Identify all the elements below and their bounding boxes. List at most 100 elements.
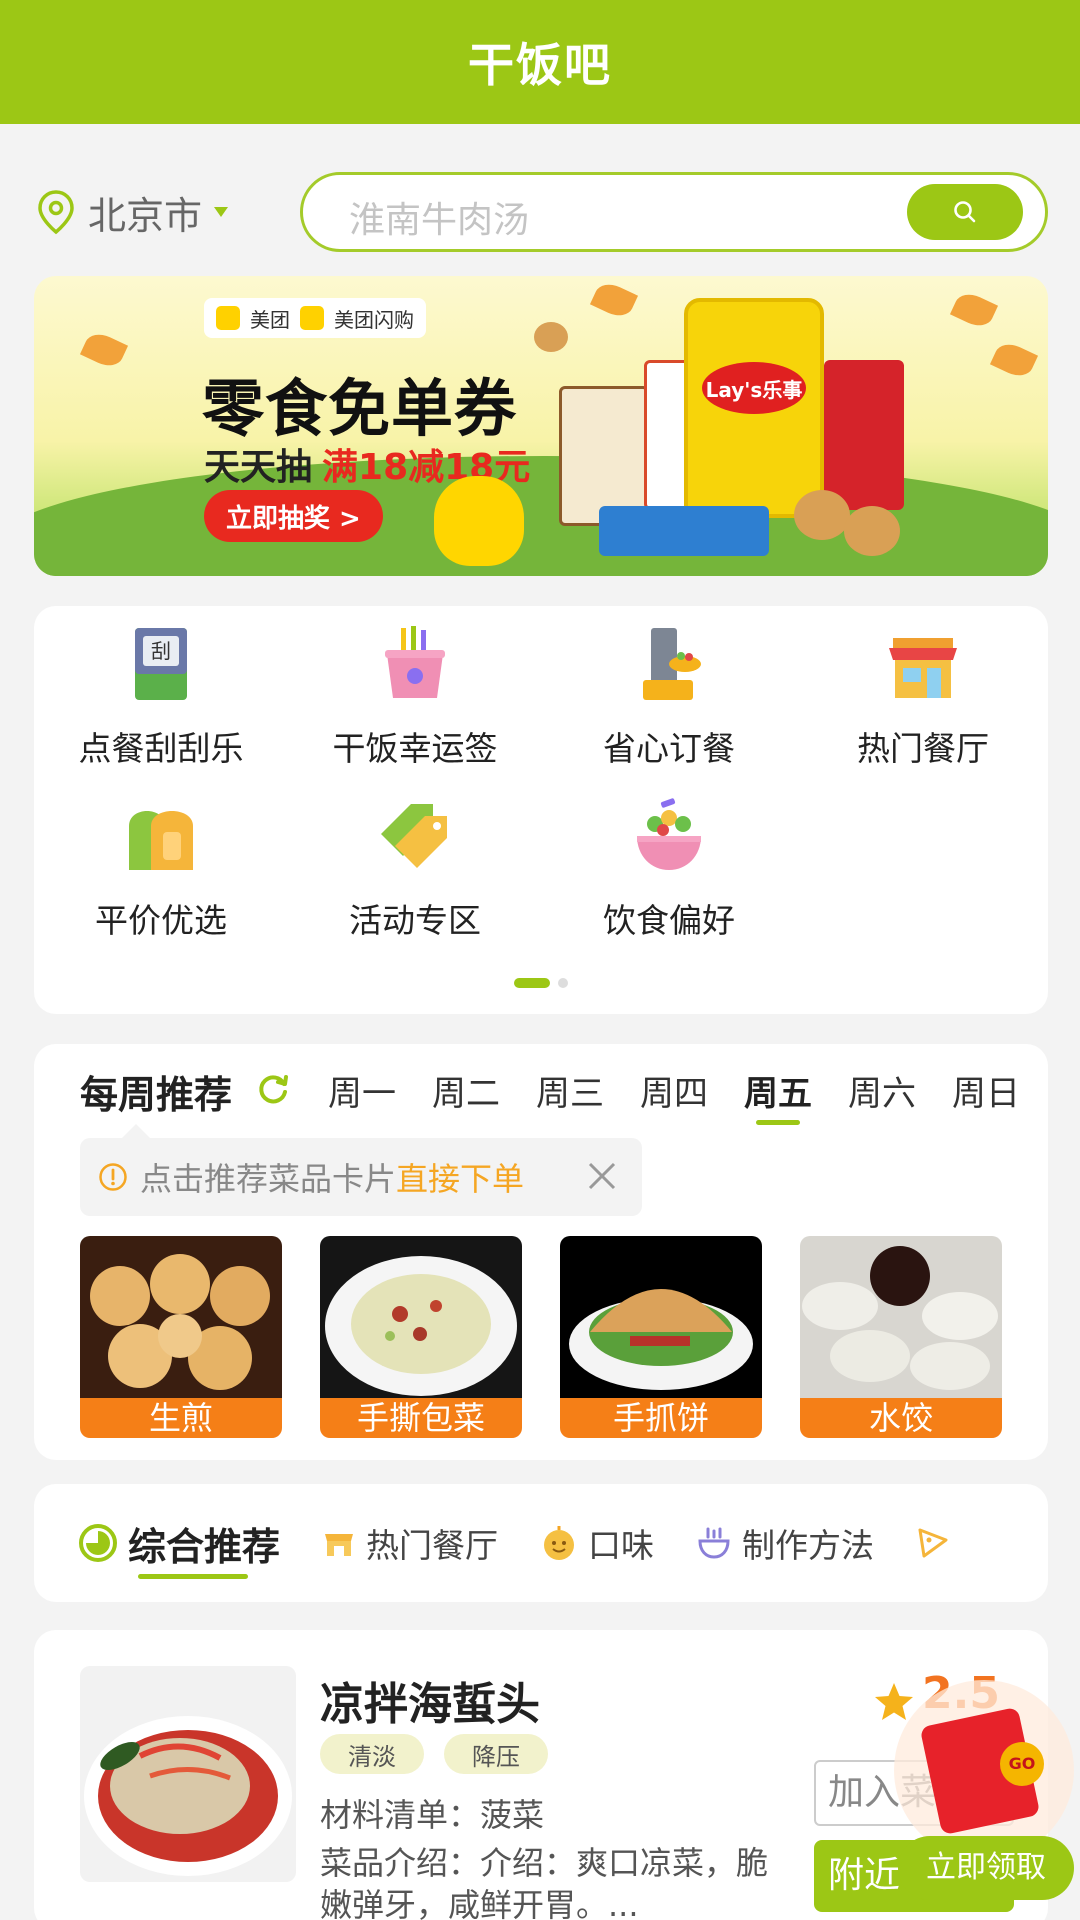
app-header: 干饭吧 xyxy=(0,0,1080,124)
feature-diet-preference[interactable]: 饮食偏好 xyxy=(542,778,796,940)
feature-easy-order[interactable]: 省心订餐 xyxy=(542,606,796,768)
scratch-card-icon: 刮 xyxy=(135,628,187,700)
search-icon xyxy=(954,201,976,223)
leaf-decoration xyxy=(79,328,129,372)
feature-label: 热门餐厅 xyxy=(857,729,989,768)
weekly-title: 每周推荐 xyxy=(80,1073,233,1117)
tab-label: 制作方法 xyxy=(742,1526,875,1565)
cookie-image xyxy=(794,490,850,540)
banner-brand-badge: 美团 美团闪购 xyxy=(204,298,426,338)
pot-icon xyxy=(698,1527,730,1559)
pizza-slice-icon xyxy=(918,1528,948,1558)
tab-underline xyxy=(138,1573,248,1579)
recipe-name: 凉拌海蜇头 xyxy=(320,1679,540,1730)
red-packet-seal: GO xyxy=(1000,1742,1044,1786)
feature-label: 干饭幸运签 xyxy=(332,729,498,768)
refresh-icon[interactable] xyxy=(256,1072,290,1106)
close-icon[interactable] xyxy=(584,1158,620,1194)
location-pin-icon xyxy=(38,190,74,235)
tip-text: 点击推荐菜品卡片直接下单 xyxy=(140,1154,524,1200)
search-input[interactable]: 淮南牛肉汤 xyxy=(349,191,529,243)
restaurant-icon xyxy=(889,638,957,698)
search-bar[interactable]: 淮南牛肉汤 xyxy=(300,172,1048,252)
snack-package-image xyxy=(824,360,904,510)
feature-hot-restaurants[interactable]: 热门餐厅 xyxy=(796,606,1050,768)
feature-events[interactable]: 活动专区 xyxy=(288,778,542,940)
tab-sunday[interactable]: 周日 xyxy=(934,1066,1038,1115)
dish-card[interactable]: 手抓饼 xyxy=(560,1236,762,1438)
feature-label: 饮食偏好 xyxy=(603,901,735,940)
dish-photo xyxy=(560,1236,762,1398)
meituan-logo-icon xyxy=(216,306,240,330)
feature-label: 省心订餐 xyxy=(603,729,735,768)
tab-label: 综合推荐 xyxy=(128,1524,281,1569)
tab-saturday[interactable]: 周六 xyxy=(830,1066,934,1115)
meituan-flash-logo-icon xyxy=(300,306,324,330)
tab-thursday[interactable]: 周四 xyxy=(622,1066,726,1115)
recipe-intro: 菜品介绍：介绍：爽口凉菜，脆嫩弹牙，咸鲜开胃。... xyxy=(320,1844,769,1920)
dish-photo xyxy=(80,1236,282,1398)
dish-name: 水饺 xyxy=(800,1398,1002,1438)
cookie-image xyxy=(534,322,568,352)
weekly-recommendation: 每周推荐 周一 周二 周三 周四 周五 周六 周日 点击推荐菜品卡片直接下单 生… xyxy=(34,1044,1048,1460)
salad-bowl-icon xyxy=(637,798,701,870)
feature-value-picks[interactable]: 平价优选 xyxy=(34,778,288,940)
tab-wednesday[interactable]: 周三 xyxy=(518,1066,622,1115)
store-icon xyxy=(325,1534,354,1556)
tab-tuesday[interactable]: 周二 xyxy=(414,1066,518,1115)
search-button[interactable] xyxy=(907,184,1023,240)
dish-card[interactable]: 手撕包菜 xyxy=(320,1236,522,1438)
leaf-decoration xyxy=(949,288,999,332)
tab-comprehensive[interactable]: 综合推荐 xyxy=(78,1516,281,1579)
red-packet-float[interactable]: GO 立即领取 xyxy=(890,1676,1076,1916)
banner-sub-prefix: 天天抽 xyxy=(204,447,313,488)
feature-grid: 刮 点餐刮刮乐 干饭幸运签 省心订餐 热门餐厅 平价优选 活动专区 饮食偏好 xyxy=(34,606,1048,1014)
pager-dot[interactable] xyxy=(558,978,568,988)
snack-package-image xyxy=(559,386,649,526)
lucky-stick-icon xyxy=(385,626,445,698)
dish-card[interactable]: 生煎 xyxy=(80,1236,282,1438)
leaf-decoration xyxy=(589,278,639,322)
feature-label: 点餐刮刮乐 xyxy=(78,729,244,768)
feature-label: 平价优选 xyxy=(95,901,227,940)
order-icon xyxy=(643,628,701,700)
recipe-tag: 降压 xyxy=(444,1734,548,1774)
tab-label: 口味 xyxy=(588,1526,655,1565)
dish-name: 手抓饼 xyxy=(560,1398,762,1438)
cookie-pack-image xyxy=(599,506,769,556)
recipe-tags: 清淡 降压 xyxy=(320,1734,548,1774)
tip-prefix: 点击推荐菜品卡片 xyxy=(140,1160,397,1198)
bread-icon xyxy=(129,811,193,870)
brand-name: 美团闪购 xyxy=(334,307,414,332)
claim-now-button[interactable]: 立即领取 xyxy=(898,1836,1074,1900)
tab-cooking-method[interactable]: 制作方法 xyxy=(696,1519,874,1567)
feature-label: 活动专区 xyxy=(349,901,481,940)
feature-lucky-stick[interactable]: 干饭幸运签 xyxy=(288,606,542,768)
brand-name: 美团 xyxy=(250,307,290,332)
smiley-icon xyxy=(544,1526,575,1560)
dish-name: 手撕包菜 xyxy=(320,1398,522,1438)
recipe-materials: 材料清单：菠菜 xyxy=(320,1796,545,1834)
dish-card[interactable]: 水饺 xyxy=(800,1236,1002,1438)
tab-hot-restaurants[interactable]: 热门餐厅 xyxy=(322,1519,498,1567)
banner-headline: 零食免单券 xyxy=(202,372,518,445)
tab-friday[interactable]: 周五 xyxy=(726,1066,830,1125)
banner-cta-button[interactable]: 立即抽奖 > xyxy=(204,490,383,542)
promo-banner[interactable]: 美团 美团闪购 零食免单券 天天抽 满18减18元 立即抽奖 > Lay's乐事 xyxy=(34,276,1048,576)
location-selector[interactable]: 北京市 xyxy=(36,182,229,242)
tab-monday[interactable]: 周一 xyxy=(310,1066,414,1115)
dish-photo xyxy=(800,1236,1002,1398)
leaf-decoration xyxy=(989,338,1039,382)
info-icon xyxy=(99,1163,127,1191)
mascot-image xyxy=(434,476,524,566)
tab-more[interactable] xyxy=(916,1526,960,1560)
feature-scratch-card[interactable]: 刮 点餐刮刮乐 xyxy=(34,606,288,768)
tip-highlight: 直接下单 xyxy=(396,1160,525,1198)
dish-photo xyxy=(320,1236,522,1398)
chips-bag-image: Lay's乐事 xyxy=(684,298,824,518)
pie-chart-icon xyxy=(79,1524,117,1562)
svg-text:刮: 刮 xyxy=(151,639,171,663)
cookie-image xyxy=(844,506,900,556)
recipe-photo xyxy=(80,1666,296,1882)
tab-flavor[interactable]: 口味 xyxy=(540,1519,654,1567)
